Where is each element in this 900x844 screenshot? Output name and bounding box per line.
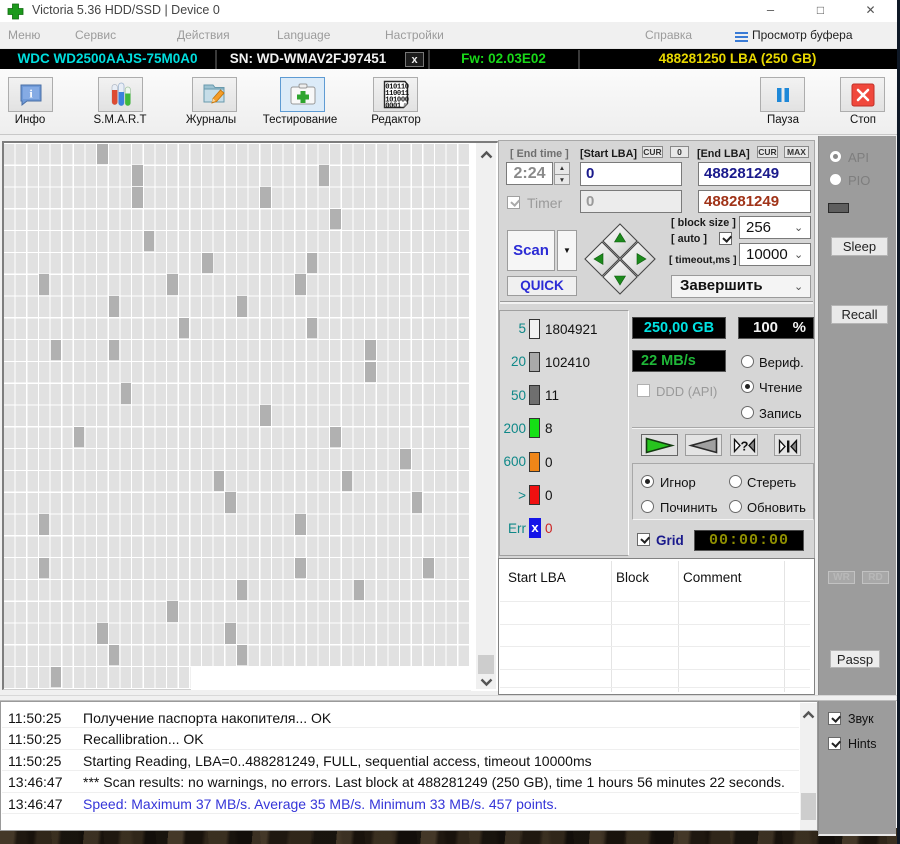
svg-text:?: ? (740, 439, 748, 454)
svg-text:0001: 0001 (385, 103, 402, 110)
